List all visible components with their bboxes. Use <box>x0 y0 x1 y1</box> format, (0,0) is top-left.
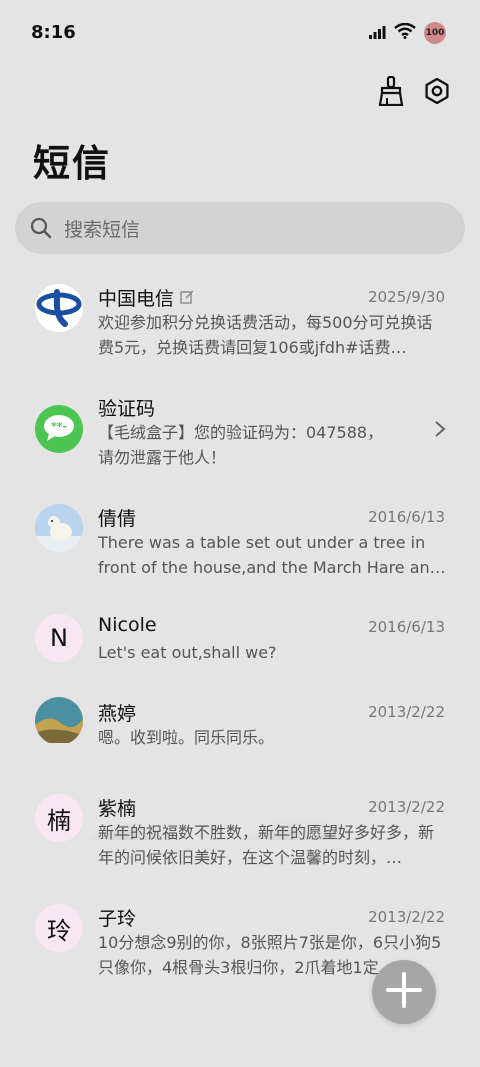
clean-button[interactable] <box>376 75 406 110</box>
contact-name: 倩倩 <box>98 508 137 530</box>
settings-icon <box>423 77 451 109</box>
status-time: 8:16 <box>31 22 76 43</box>
landscape-image <box>35 697 83 745</box>
wifi-icon <box>394 22 416 43</box>
message-preview: Let's eat out,shall we? <box>98 643 277 662</box>
conversation-item[interactable]: 燕婷 2013/2/22 嗯。收到啦。同乐同乐。 <box>0 685 480 795</box>
message-date: 2013/2/22 <box>368 908 445 926</box>
contact-name: 紫楠 <box>98 798 137 820</box>
contact-name: Nicole <box>98 614 157 636</box>
conversation-item[interactable]: 倩倩 2016/6/13 There was a table set out u… <box>0 490 480 600</box>
signal-icon <box>368 24 386 43</box>
edit-icon <box>180 287 194 309</box>
contact-name: 子玲 <box>98 908 137 930</box>
contact-name: 中国电信 <box>98 284 194 311</box>
search-placeholder: 搜索短信 <box>64 218 141 241</box>
message-date: 2016/6/13 <box>368 618 445 636</box>
status-icons: 100 <box>368 22 446 44</box>
conversation-item[interactable]: 楠 紫楠 2013/2/22 新年的祝福数不胜数，新年的愿望好多好多，新年的问候… <box>0 780 480 890</box>
chevron-right-icon <box>434 420 446 442</box>
status-bar: 8:16 100 <box>0 0 480 68</box>
telecom-logo-icon <box>35 284 83 332</box>
plus-icon <box>384 970 424 1014</box>
avatar <box>35 504 83 552</box>
message-preview: There was a table set out under a tree i… <box>98 533 446 577</box>
new-message-button[interactable] <box>372 960 436 1024</box>
message-preview: 嗯。收到啦。同乐同乐。 <box>98 728 275 747</box>
avatar: 楠 <box>35 794 83 842</box>
message-date: 2013/2/22 <box>368 703 445 721</box>
message-preview: 【毛绒盒子】您的验证码为：047588，请勿泄露于他人！ <box>98 423 384 467</box>
contact-name: 验证码 <box>98 398 156 420</box>
page-title: 短信 <box>33 142 111 185</box>
avatar <box>35 284 83 332</box>
svg-text:**-: **- <box>51 420 67 433</box>
search-input[interactable]: 搜索短信 <box>15 202 465 254</box>
settings-button[interactable] <box>422 76 452 110</box>
message-bubble-icon: **- <box>35 405 83 453</box>
broom-icon <box>378 75 404 110</box>
avatar: 玲 <box>35 904 83 952</box>
polar-bear-image <box>35 504 83 552</box>
message-date: 2025/9/30 <box>368 288 445 306</box>
top-actions <box>376 75 452 110</box>
message-date: 2013/2/22 <box>368 798 445 816</box>
avatar: N <box>35 614 83 662</box>
search-icon <box>30 215 56 241</box>
conversation-item[interactable]: 中国电信 2025/9/30 欢迎参加积分兑换话费活动，每500分可兑换话费5元… <box>0 270 480 380</box>
avatar <box>35 697 83 745</box>
message-preview: 欢迎参加积分兑换话费活动，每500分可兑换话费5元，兑换话费请回复106或jfd… <box>98 313 433 357</box>
conversation-item[interactable]: **- 验证码 【毛绒盒子】您的验证码为：047588，请勿泄露于他人！ <box>0 380 480 490</box>
message-preview: 新年的祝福数不胜数，新年的愿望好多好多，新年的问候依旧美好，在这个温馨的时刻，… <box>98 823 435 867</box>
message-date: 2016/6/13 <box>368 508 445 526</box>
contact-name: 燕婷 <box>98 703 137 725</box>
battery-icon: 100 <box>424 22 446 44</box>
avatar: **- <box>35 405 83 453</box>
